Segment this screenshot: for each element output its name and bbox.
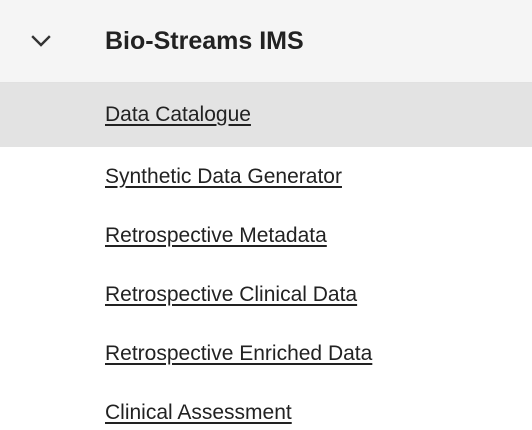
nav-item-clinical-assessment: Clinical Assessment	[0, 383, 532, 430]
link-retrospective-enriched-data[interactable]: Retrospective Enriched Data	[105, 324, 372, 383]
section-title: Bio-Streams IMS	[105, 27, 304, 55]
link-data-catalogue[interactable]: Data Catalogue	[105, 83, 251, 147]
side-navigation: Bio-Streams IMS Data Catalogue Synthetic…	[0, 0, 532, 430]
nav-item-data-catalogue: Data Catalogue	[0, 83, 532, 147]
section-header-bio-streams-ims[interactable]: Bio-Streams IMS	[0, 0, 532, 83]
link-clinical-assessment[interactable]: Clinical Assessment	[105, 383, 292, 430]
link-retrospective-clinical-data[interactable]: Retrospective Clinical Data	[105, 265, 357, 324]
link-retrospective-metadata[interactable]: Retrospective Metadata	[105, 206, 327, 265]
link-synthetic-data-generator[interactable]: Synthetic Data Generator	[105, 147, 342, 206]
nav-item-retrospective-enriched-data: Retrospective Enriched Data	[0, 324, 532, 383]
nav-item-synthetic-data-generator: Synthetic Data Generator	[0, 147, 532, 206]
nav-item-retrospective-metadata: Retrospective Metadata	[0, 206, 532, 265]
nav-item-retrospective-clinical-data: Retrospective Clinical Data	[0, 265, 532, 324]
chevron-down-icon[interactable]	[30, 30, 52, 52]
section-items: Data Catalogue Synthetic Data Generator …	[0, 83, 532, 430]
